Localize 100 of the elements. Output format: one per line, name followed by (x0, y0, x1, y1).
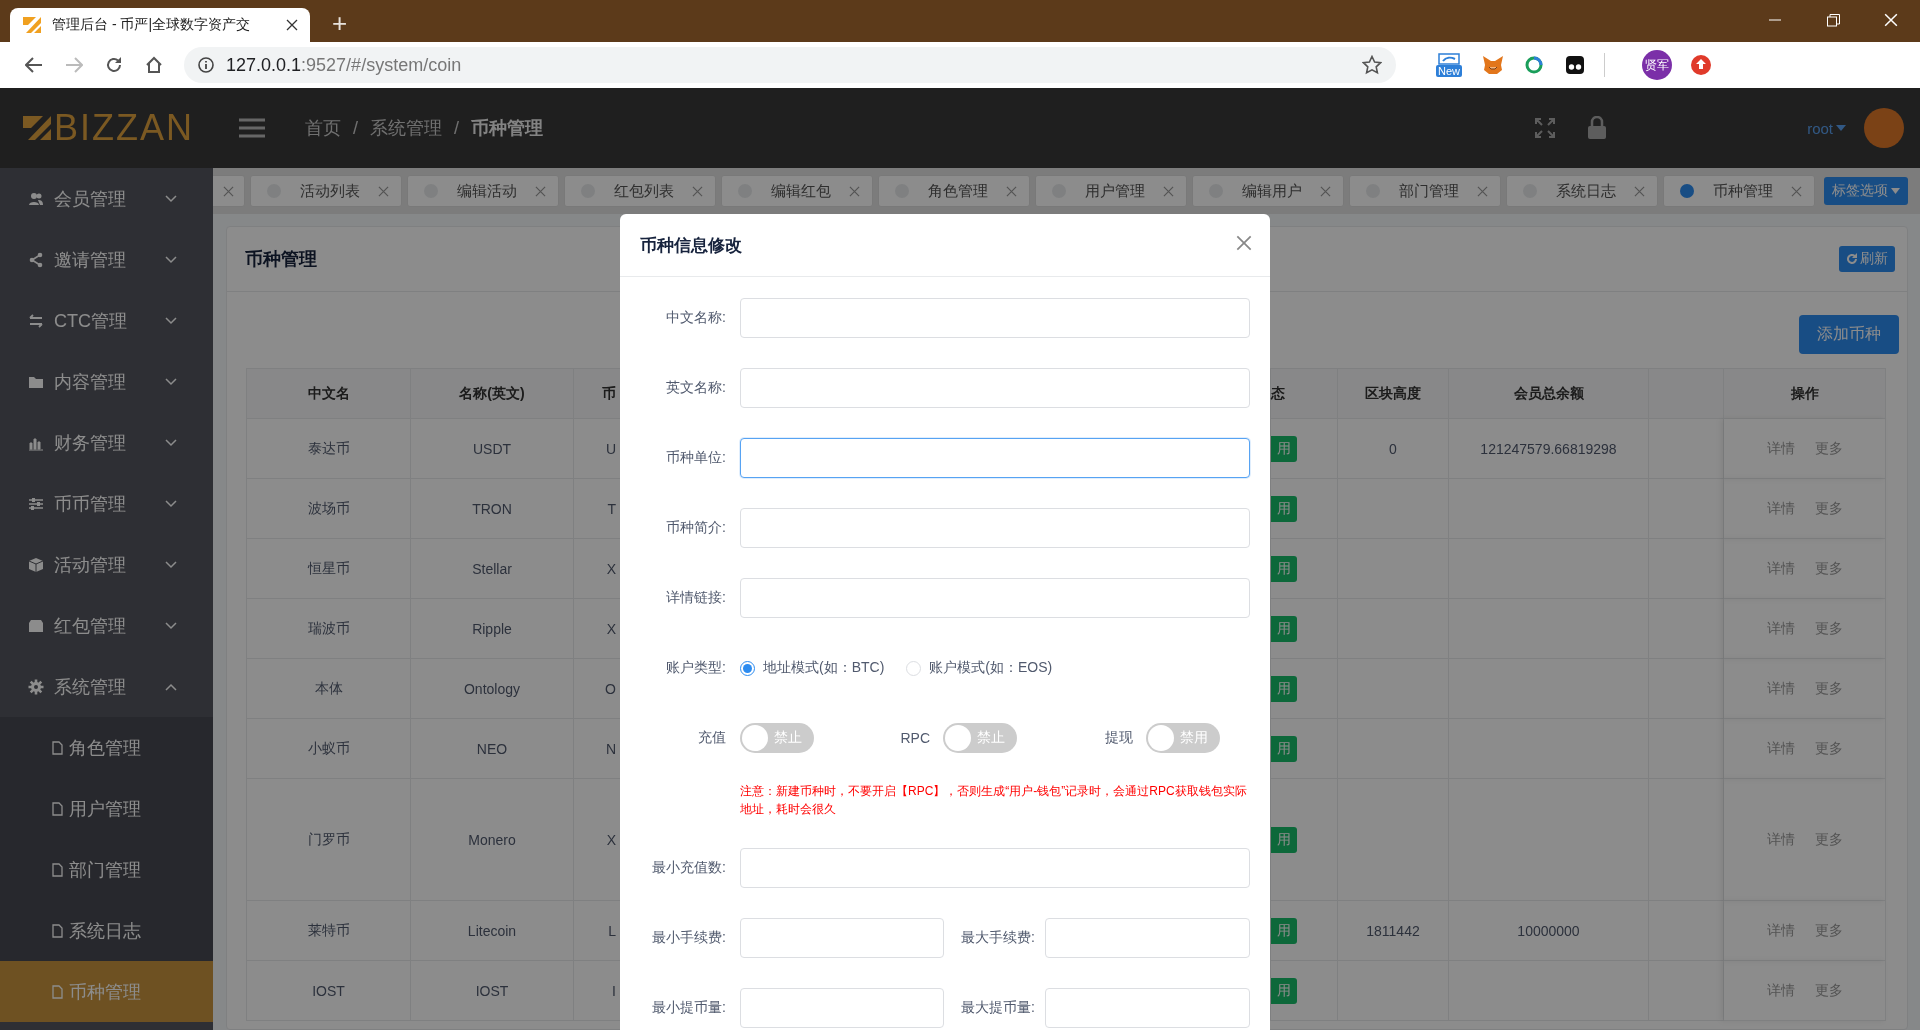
sidebar-item[interactable]: 红包管理 (0, 595, 213, 656)
exchange-icon (28, 312, 44, 329)
tag[interactable]: 用户管理 (1035, 175, 1187, 207)
tag[interactable] (213, 175, 245, 207)
star-icon[interactable] (1362, 55, 1382, 75)
switch-label: 充值 (697, 729, 727, 747)
field-label: 币种简介: (665, 519, 727, 537)
field-label: 最大手续费: (960, 929, 1036, 947)
fullscreen-icon[interactable] (1535, 118, 1556, 138)
tag[interactable]: 编辑活动 (407, 175, 559, 207)
table-cell: 泰达币 (247, 419, 411, 479)
table-cell: Litecoin (411, 901, 574, 961)
close-icon[interactable] (286, 19, 298, 31)
status-badge: 用 (1271, 735, 1297, 762)
address-bar[interactable]: 127.0.0.1:9527/#/system/coin (184, 47, 1396, 83)
tag-options-button[interactable]: 标签选项 (1824, 177, 1908, 205)
tag[interactable]: 编辑用户 (1192, 175, 1344, 207)
breadcrumb-item[interactable]: 首页 (305, 116, 341, 140)
tag[interactable]: 活动列表 (250, 175, 402, 207)
table-cell: 10000000 (1449, 901, 1649, 961)
new-tab-button[interactable]: + (332, 8, 348, 38)
caret-icon (1891, 188, 1900, 194)
sliders-icon (28, 495, 44, 512)
tag[interactable]: 红包列表 (564, 175, 716, 207)
status-badge: 用 (1271, 917, 1297, 944)
file-icon (52, 862, 63, 877)
field-label: 账户类型: (665, 659, 727, 677)
status-badge: 用 (1271, 615, 1297, 642)
table-cell: 恒星币 (247, 539, 411, 599)
reload-icon[interactable] (105, 56, 123, 74)
sidebar-subitem[interactable]: 系统日志 (0, 900, 213, 961)
back-icon[interactable] (25, 57, 43, 73)
refresh-button[interactable]: 刷新 (1839, 246, 1895, 272)
breadcrumb-item: 币种管理 (471, 117, 544, 140)
upload-icon[interactable] (1689, 53, 1713, 77)
logo-icon (22, 115, 52, 141)
restore-icon[interactable] (1826, 13, 1840, 27)
field-label: 最小手续费: (651, 929, 727, 947)
sidebar-item[interactable]: 币币管理 (0, 473, 213, 534)
status-badge: 用 (1271, 675, 1297, 702)
users-icon (28, 190, 44, 207)
table-cell: 本体 (247, 659, 411, 719)
sidebar-subitem[interactable]: 币种管理 (0, 961, 213, 1022)
refresh-icon (1846, 253, 1858, 265)
file-icon (52, 740, 63, 755)
mask-icon[interactable] (1563, 53, 1587, 77)
sidebar-item[interactable]: 内容管理 (0, 351, 213, 412)
fox-icon[interactable] (1481, 53, 1505, 77)
radio-option[interactable]: 地址模式(如：BTC) (740, 659, 885, 677)
breadcrumb-item[interactable]: 系统管理 (370, 116, 442, 140)
tag[interactable]: 编辑红包 (721, 175, 873, 207)
field-label: 详情链接: (665, 589, 727, 607)
field-label: 币种单位: (665, 449, 727, 467)
sidebar-item[interactable]: 邀请管理 (0, 229, 213, 290)
sidebar-item[interactable]: 会员管理 (0, 168, 213, 229)
tag[interactable]: 部门管理 (1349, 175, 1501, 207)
sidebar-item[interactable]: 系统管理 (0, 656, 213, 717)
sidebar-item[interactable]: CTC管理 (0, 290, 213, 351)
wallet-icon (28, 617, 44, 634)
table-cell: Ontology (411, 659, 574, 719)
sidebar-item[interactable]: 活动管理 (0, 534, 213, 595)
browser-tab[interactable]: 管理后台 - 币严|全球数字资产交 (10, 8, 310, 42)
forward-icon[interactable] (65, 57, 83, 73)
table-cell: 瑞波币 (247, 599, 411, 659)
table-cell: IOST (247, 961, 411, 1021)
tag[interactable]: 角色管理 (878, 175, 1030, 207)
table-cell: TRON (411, 479, 574, 539)
field-label: 中文名称: (665, 309, 727, 327)
sidebar-subitem[interactable]: 用户管理 (0, 778, 213, 839)
table-cell: Ripple (411, 599, 574, 659)
add-coin-button[interactable]: 添加币种 (1799, 315, 1899, 354)
logo-text: BIZZAN (54, 107, 194, 149)
status-badge: 用 (1271, 555, 1297, 582)
table-cell: 1811442 (1338, 901, 1449, 961)
tag[interactable]: 系统日志 (1506, 175, 1658, 207)
table-cell: USDT (411, 419, 574, 479)
table-cell: 121247579.66819298 (1449, 419, 1649, 479)
column-header: 态 (1271, 369, 1338, 419)
lock-icon[interactable] (1587, 116, 1608, 140)
share-icon (28, 251, 44, 268)
input-field[interactable] (740, 438, 1250, 478)
user-menu[interactable]: root (1807, 119, 1846, 137)
menu-icon[interactable] (239, 118, 265, 138)
table-cell: 0 (1338, 419, 1449, 479)
profile-avatar[interactable]: 贤军 (1642, 50, 1672, 80)
status-badge: 用 (1271, 977, 1297, 1004)
home-icon[interactable] (145, 56, 163, 74)
table-cell: 波场币 (247, 479, 411, 539)
sidebar-subitem[interactable]: 角色管理 (0, 717, 213, 778)
column-header: 中文名 (247, 369, 411, 419)
tab-title: 管理后台 - 币严|全球数字资产交 (52, 16, 252, 34)
switch-label: 提现 (1104, 729, 1134, 747)
radio-option[interactable]: 账户模式(如：EOS) (906, 659, 1053, 677)
user-avatar[interactable] (1864, 108, 1904, 148)
tag[interactable]: 币种管理 (1663, 175, 1815, 207)
sidebar-item[interactable]: 财务管理 (0, 412, 213, 473)
sidebar-subitem[interactable]: 部门管理 (0, 839, 213, 900)
info-icon (198, 57, 214, 73)
table-cell: Stellar (411, 539, 574, 599)
field-label: 最大提币量: (960, 999, 1036, 1017)
